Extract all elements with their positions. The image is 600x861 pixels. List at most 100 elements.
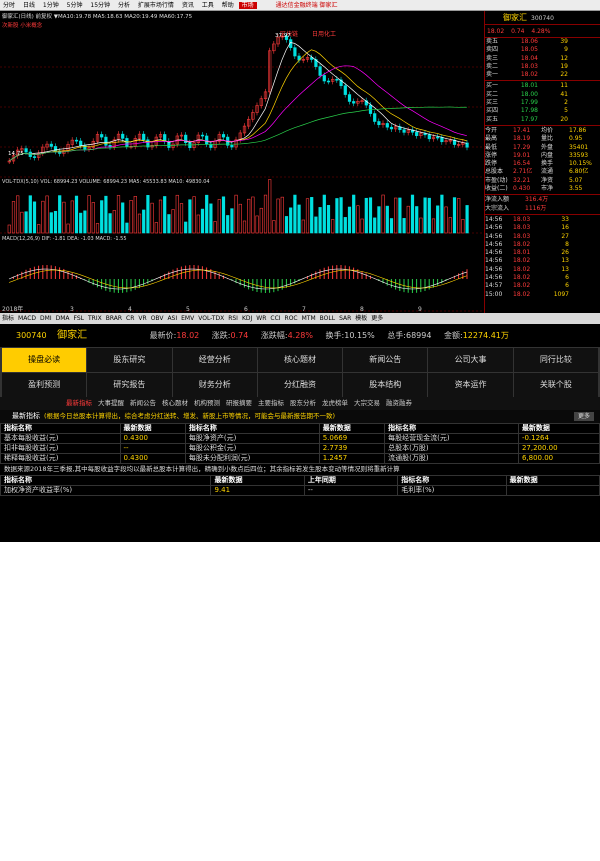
volume-bar [242,220,247,234]
nav-item[interactable]: 财务分析 [172,373,257,397]
order-row: 买五 17.97 20 [486,115,568,123]
menu-item[interactable]: 扩展市场行情 [135,2,177,9]
indicator-tab[interactable]: VR [136,315,148,322]
volume-bar [343,217,347,234]
menu-item[interactable]: 15分钟 [87,2,113,9]
indicator-table-2: 指标名称 最新数据 上年同期 指标名称 最新数据 加权净资产收益率(%) 9.41… [0,475,600,496]
sub-tab[interactable]: 大事提醒 [98,399,124,407]
indicator-tab[interactable]: 模板 [353,315,369,322]
sub-tab[interactable]: 股东分析 [290,399,316,407]
qb-code: 300740 [16,331,47,340]
candle [436,136,440,139]
volume-bar [66,223,70,234]
indicator-tab[interactable]: CR [124,315,136,322]
nav-item[interactable]: 公司大事 [428,348,513,372]
indicator-tab[interactable]: BRAR [104,315,124,322]
nav-item[interactable]: 同行比较 [513,348,598,372]
f10-panel: 300740 御家汇 最新价:18.02 涨跌:0.74 涨跌幅:4.28% 换… [0,324,600,860]
sub-tab[interactable]: 大宗交易 [354,399,380,407]
volume-bar [364,197,368,234]
menu-item[interactable]: 分析 [115,2,133,9]
volume-bar [448,217,452,234]
indicator-tab[interactable]: ASI [165,315,179,322]
nav-item[interactable]: 研究报告 [87,373,172,397]
indicator-tab[interactable]: MTM [300,315,318,322]
indicator-tab[interactable]: DMI [38,315,54,322]
sub-tab[interactable]: 融资融券 [386,399,412,407]
nav-item[interactable]: 股东研究 [87,348,172,372]
candlestick-svg: 3 4 5 6 7 8 9 2018年 [0,33,484,313]
menu-item[interactable]: 工具 [199,2,217,9]
volume-bar [335,198,339,234]
volume-bar [415,206,419,234]
indicator-tab[interactable]: EMV [179,315,196,322]
nav-item[interactable]: 分红融资 [257,373,343,397]
sub-tab[interactable]: 新闻公告 [130,399,156,407]
volume-bar [142,209,146,234]
sub-tab[interactable]: 核心题材 [162,399,188,407]
nav-item[interactable]: 股本结构 [343,373,428,397]
indicator-tab[interactable]: SAR [337,315,353,322]
volume-bar [314,216,318,234]
indicator-tab[interactable]: ROC [283,315,300,322]
indicator-tab[interactable]: OBV [149,315,166,322]
volume-bar [356,205,360,234]
volume-bar [70,200,74,234]
price: 18.02 [487,28,505,35]
macd-title: MACD(12,26,9) DIF: -1.81 DEA: -1.03 MACD… [2,236,127,242]
candle [440,137,444,143]
candle [347,94,352,102]
tick-row: 14:56 18.02 13 [485,265,569,273]
tick-row: 15:00 18.02 1097 [485,290,569,298]
kline-chart[interactable]: 御家汇(日线) 前复权 ▼MA10:19.78 MA5:18.63 MA20:1… [0,11,484,314]
indicator-tab[interactable]: TRIX [86,315,104,322]
nav-item[interactable]: 关联个股 [513,373,598,397]
tick-row: 14:57 18.02 6 [485,282,569,290]
nav-item[interactable]: 操盘必读 [2,348,87,372]
indicator-tab[interactable]: VOL-TDX [196,315,226,322]
indicator-tabs: 指标 MACD DMI DMA FSL TRIX BRAR CR VR OBV ASI EMV VOL-… [0,313,600,324]
more-button[interactable]: 更多 [573,412,594,421]
menu-item[interactable]: 资讯 [179,2,197,9]
sub-tab[interactable]: 最新指标 [66,399,92,407]
volume-bar [171,209,175,234]
indicator-tab[interactable]: WR [254,315,268,322]
volume-bar [440,194,444,234]
qb-label: 金额: [444,331,463,340]
nav-item[interactable]: 盈利预测 [2,373,87,397]
indicator-tab[interactable]: BOLL [318,315,337,322]
nav-item[interactable]: 核心题材 [257,348,343,372]
sub-tab[interactable]: 机构预测 [194,399,220,407]
section-hint: (根据今日总股本计算得出，综合考虑分红送转、增发、新股上市等情况，可能会与最新报… [44,412,336,420]
price-line: 18.02 0.74 4.28% [485,25,600,38]
indicator-tab[interactable]: 更多 [369,315,385,322]
menu-item[interactable]: 日线 [20,2,38,9]
indicator-tab[interactable]: FSL [72,315,87,322]
nav-item[interactable]: 新闻公告 [343,348,428,372]
volume-bar [322,194,326,234]
sub-tab[interactable]: 龙虎榜单 [322,399,348,407]
market-tab[interactable]: 市场 [238,2,257,9]
menu-item[interactable]: 5分钟 [64,2,86,9]
menu-item[interactable]: 1分钟 [40,2,62,9]
candle [32,156,37,158]
order-row: 卖一 18.02 22 [486,71,568,79]
nav-item[interactable]: 经营分析 [172,348,257,372]
menu-item[interactable]: 分时 [0,2,18,9]
sub-tab[interactable]: 主要指标 [258,399,284,407]
indicator-tab[interactable]: MACD [16,315,38,322]
volume-bar [133,196,137,234]
indicator-tab[interactable]: KDJ [240,315,254,322]
indicator-tab[interactable]: CCI [268,315,282,322]
tick-row: 14:56 18.03 16 [485,224,569,232]
qb-label: 最新价: [149,331,177,340]
indicator-tab[interactable]: 指标 [0,315,16,322]
indicator-tab[interactable]: RSI [226,315,240,322]
volume-bar [116,195,121,234]
volume-bar [297,204,301,234]
menu-item[interactable]: 帮助 [219,2,237,9]
indicator-tab[interactable]: DMA [54,315,72,322]
sub-tab[interactable]: 研报摘要 [226,399,252,407]
nav-item[interactable]: 资本运作 [428,373,513,397]
order-row: 卖五 18.06 39 [486,38,568,45]
